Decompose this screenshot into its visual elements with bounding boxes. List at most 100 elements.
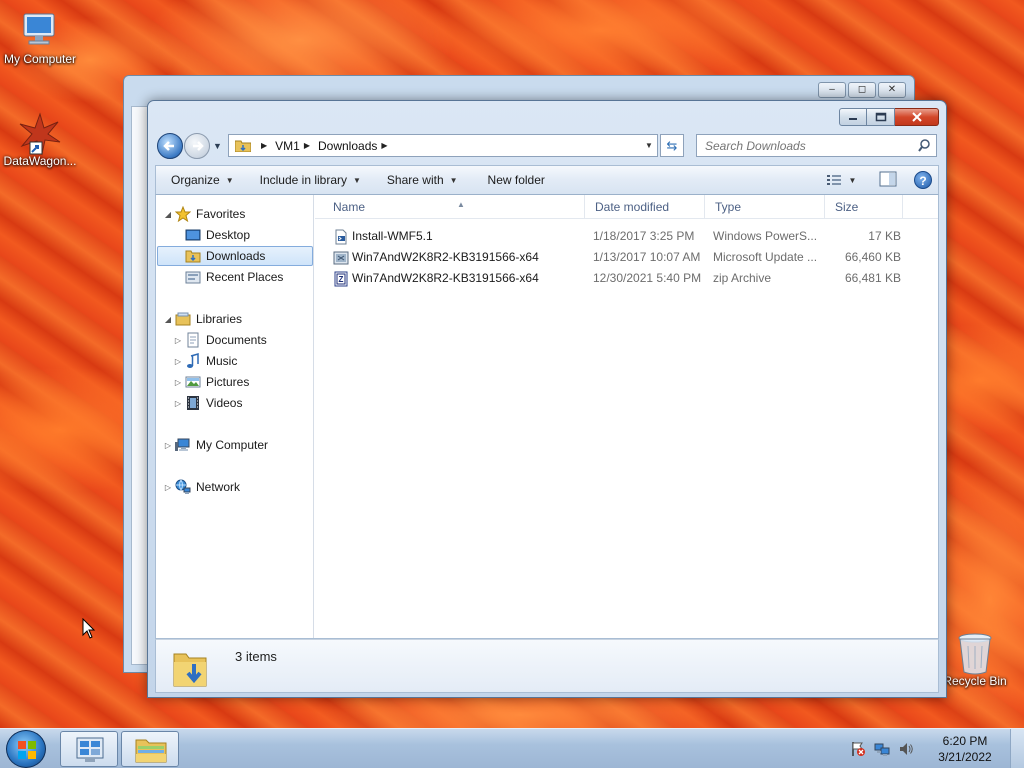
search-box[interactable] <box>696 134 937 157</box>
recent-pages-dropdown[interactable]: ▼ <box>213 141 223 151</box>
sidebar-item-downloads[interactable]: Downloads <box>157 246 313 266</box>
column-header-name[interactable]: ▲ Name <box>323 195 585 219</box>
computer-icon <box>175 438 190 451</box>
details-pane: 3 items <box>155 639 939 693</box>
sidebar-item-network[interactable]: ▷ Network <box>163 477 313 497</box>
forward-button[interactable] <box>184 133 210 159</box>
film-icon <box>187 396 199 410</box>
sidebar-item-my-computer[interactable]: ▷ My Computer <box>163 435 313 455</box>
expand-arrow-icon[interactable]: ▷ <box>163 441 173 450</box>
start-button[interactable] <box>6 730 46 768</box>
expand-arrow-icon[interactable]: ▷ <box>173 399 183 408</box>
recycle-bin-icon <box>953 632 997 675</box>
powershell-script-icon <box>335 229 347 244</box>
file-type: zip Archive <box>713 271 772 285</box>
maximize-button[interactable] <box>867 108 895 126</box>
taskbar-app-server-manager[interactable] <box>60 731 118 767</box>
file-name: Win7AndW2K8R2-KB3191566-x64 <box>352 271 539 285</box>
search-input[interactable] <box>697 135 907 156</box>
file-list[interactable]: ▲ Name Date modified Type Size Install-W… <box>315 195 938 638</box>
address-bar[interactable]: ▶ VM1 ▶ Downloads ▶ ▼ <box>228 134 658 157</box>
recent-places-icon <box>185 271 201 284</box>
help-icon[interactable]: ? <box>914 171 932 189</box>
tree-label: Libraries <box>196 312 243 326</box>
column-header-size[interactable]: Size <box>825 195 903 219</box>
sidebar-item-videos[interactable]: ▷ Videos <box>173 393 313 413</box>
chevron-right-icon[interactable]: ▶ <box>261 141 267 150</box>
expand-arrow-icon[interactable]: ◢ <box>163 210 173 219</box>
breadcrumb-item-vm1[interactable]: VM1 <box>275 139 300 153</box>
volume-icon[interactable] <box>898 741 914 757</box>
expand-arrow-icon[interactable]: ▷ <box>163 483 173 492</box>
libraries-icon <box>175 312 191 326</box>
preview-pane-button[interactable] <box>878 170 898 191</box>
music-note-icon <box>187 353 199 368</box>
file-row[interactable]: Z Win7AndW2K8R2-KB3191566-x64 12/30/2021… <box>315 268 938 289</box>
documents-icon <box>187 332 199 348</box>
chevron-right-icon[interactable]: ▶ <box>304 141 310 150</box>
expand-arrow-icon[interactable]: ▷ <box>173 357 183 366</box>
expand-arrow-icon[interactable]: ▷ <box>173 336 183 345</box>
sort-ascending-icon: ▲ <box>457 200 465 209</box>
clock[interactable]: 6:20 PM 3/21/2022 <box>926 733 1004 765</box>
new-folder-button[interactable]: New folder <box>479 168 554 192</box>
file-row[interactable]: Install-WMF5.1 1/18/2017 3:25 PM Windows… <box>315 226 938 247</box>
taskbar-app-explorer[interactable] <box>121 731 179 767</box>
back-arrow-icon <box>163 141 174 151</box>
clock-date: 3/21/2022 <box>938 750 992 764</box>
tree-label: Music <box>206 354 238 368</box>
downloads-folder-icon <box>185 250 201 263</box>
expand-arrow-icon[interactable]: ▷ <box>173 378 183 387</box>
navigation-pane[interactable]: ◢ Favorites Desktop Downloads Recent Pla… <box>156 195 314 638</box>
star-icon <box>175 206 191 222</box>
network-icon <box>175 479 191 494</box>
file-size: 66,460 KB <box>844 250 901 264</box>
close-button[interactable] <box>895 108 939 126</box>
maximize-icon[interactable]: ◻ <box>848 82 876 98</box>
system-tray: 6:20 PM 3/21/2022 <box>846 729 1024 768</box>
view-details-icon <box>826 175 841 185</box>
expand-arrow-icon[interactable]: ◢ <box>163 315 173 324</box>
desktop-icon-datawagon[interactable]: DataWagon... <box>0 112 80 168</box>
organize-label: Organize <box>171 173 220 187</box>
network-status-icon[interactable] <box>874 741 890 757</box>
include-in-library-button[interactable]: Include in library ▼ <box>251 168 370 192</box>
desktop-icon-my-computer[interactable]: My Computer <box>0 10 80 66</box>
preview-pane-icon <box>879 171 897 186</box>
sidebar-item-documents[interactable]: ▷ Documents <box>173 330 313 350</box>
sidebar-item-music[interactable]: ▷ Music <box>173 351 313 371</box>
share-with-button[interactable]: Share with ▼ <box>378 168 467 192</box>
server-manager-icon <box>76 737 104 762</box>
sidebar-item-pictures[interactable]: ▷ Pictures <box>173 372 313 392</box>
minimize-button[interactable] <box>839 108 867 126</box>
explorer-window[interactable]: ▼ ▶ VM1 ▶ Downloads ▶ ▼ ⇆ Search Downloa… <box>147 100 947 698</box>
folder-icon <box>135 739 167 763</box>
show-desktop-button[interactable] <box>1010 729 1024 768</box>
organize-button[interactable]: Organize ▼ <box>162 168 243 192</box>
breadcrumb-item-downloads[interactable]: Downloads <box>318 139 377 153</box>
file-type: Microsoft Update ... <box>713 250 818 264</box>
action-center-flag-icon[interactable] <box>850 741 866 757</box>
tree-favorites[interactable]: ◢ Favorites <box>163 204 313 224</box>
file-row[interactable]: Win7AndW2K8R2-KB3191566-x64 1/13/2017 10… <box>315 247 938 268</box>
tree-label: My Computer <box>196 438 269 452</box>
chevron-right-icon[interactable]: ▶ <box>381 141 387 150</box>
address-dropdown-icon[interactable]: ▼ <box>641 135 657 156</box>
search-icon[interactable] <box>918 139 930 152</box>
close-icon[interactable]: ✕ <box>878 82 906 98</box>
sidebar-item-desktop[interactable]: Desktop <box>173 225 313 245</box>
sidebar-item-recent-places[interactable]: Recent Places <box>173 267 313 287</box>
refresh-button[interactable]: ⇆ <box>660 134 684 157</box>
column-header-type[interactable]: Type <box>705 195 825 219</box>
minimize-icon[interactable]: – <box>818 82 846 98</box>
desktop-icon-recycle-bin[interactable]: Recycle Bin <box>935 632 1015 688</box>
command-bar: Organize ▼ Include in library ▼ Share wi… <box>155 165 939 195</box>
back-button[interactable] <box>157 133 183 159</box>
chevron-down-icon: ▼ <box>225 175 234 185</box>
change-view-button[interactable]: ▼ <box>822 170 860 190</box>
tree-libraries[interactable]: ◢ Libraries <box>163 309 313 329</box>
shortcut-icon <box>18 112 62 156</box>
column-header-date-modified[interactable]: Date modified <box>585 195 705 219</box>
file-name: Install-WMF5.1 <box>352 229 433 243</box>
navigation-bar: ▼ ▶ VM1 ▶ Downloads ▶ ▼ ⇆ <box>154 131 940 161</box>
